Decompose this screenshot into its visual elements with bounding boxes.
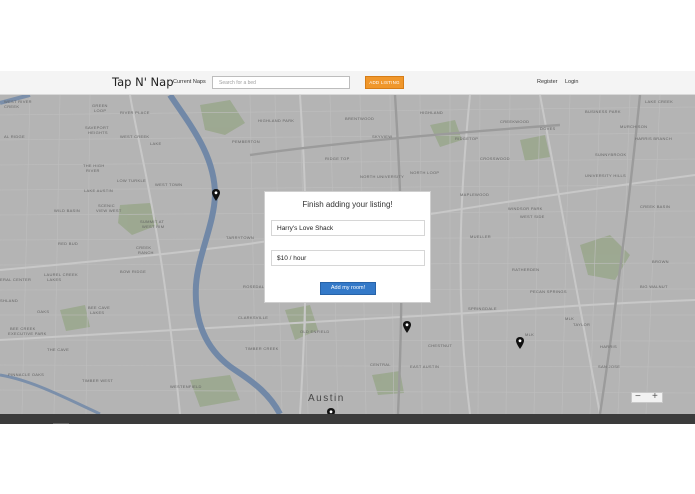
zoom-in-button[interactable]: + [652, 391, 658, 402]
search-input[interactable] [212, 76, 350, 89]
add-listing-button[interactable]: ADD LISTING [365, 76, 404, 89]
brand-logo[interactable]: Tap N' Nap [112, 75, 174, 89]
current-naps-link[interactable]: Current Naps [173, 79, 206, 85]
top-navbar: Tap N' Nap Current Naps ADD LISTING Regi… [0, 71, 695, 95]
add-room-button[interactable]: Add my room! [320, 282, 376, 295]
zoom-out-button[interactable]: − [635, 391, 641, 402]
map-pin-icon[interactable] [212, 189, 220, 201]
app-window: Tap N' Nap Current Naps ADD LISTING Regi… [0, 0, 695, 494]
bottom-bar [0, 414, 695, 424]
map-pin-icon[interactable] [403, 321, 411, 333]
map-pin-icon[interactable] [516, 337, 524, 349]
register-link[interactable]: Register [537, 79, 557, 85]
login-link[interactable]: Login [565, 79, 578, 85]
bottom-tab-indicator [53, 423, 69, 424]
modal-title: Finish adding your listing! [302, 200, 393, 209]
listing-price-input[interactable] [271, 250, 425, 266]
add-listing-modal: Finish adding your listing! Add my room! [264, 191, 431, 303]
listing-name-input[interactable] [271, 220, 425, 236]
zoom-control: − + [631, 391, 663, 403]
